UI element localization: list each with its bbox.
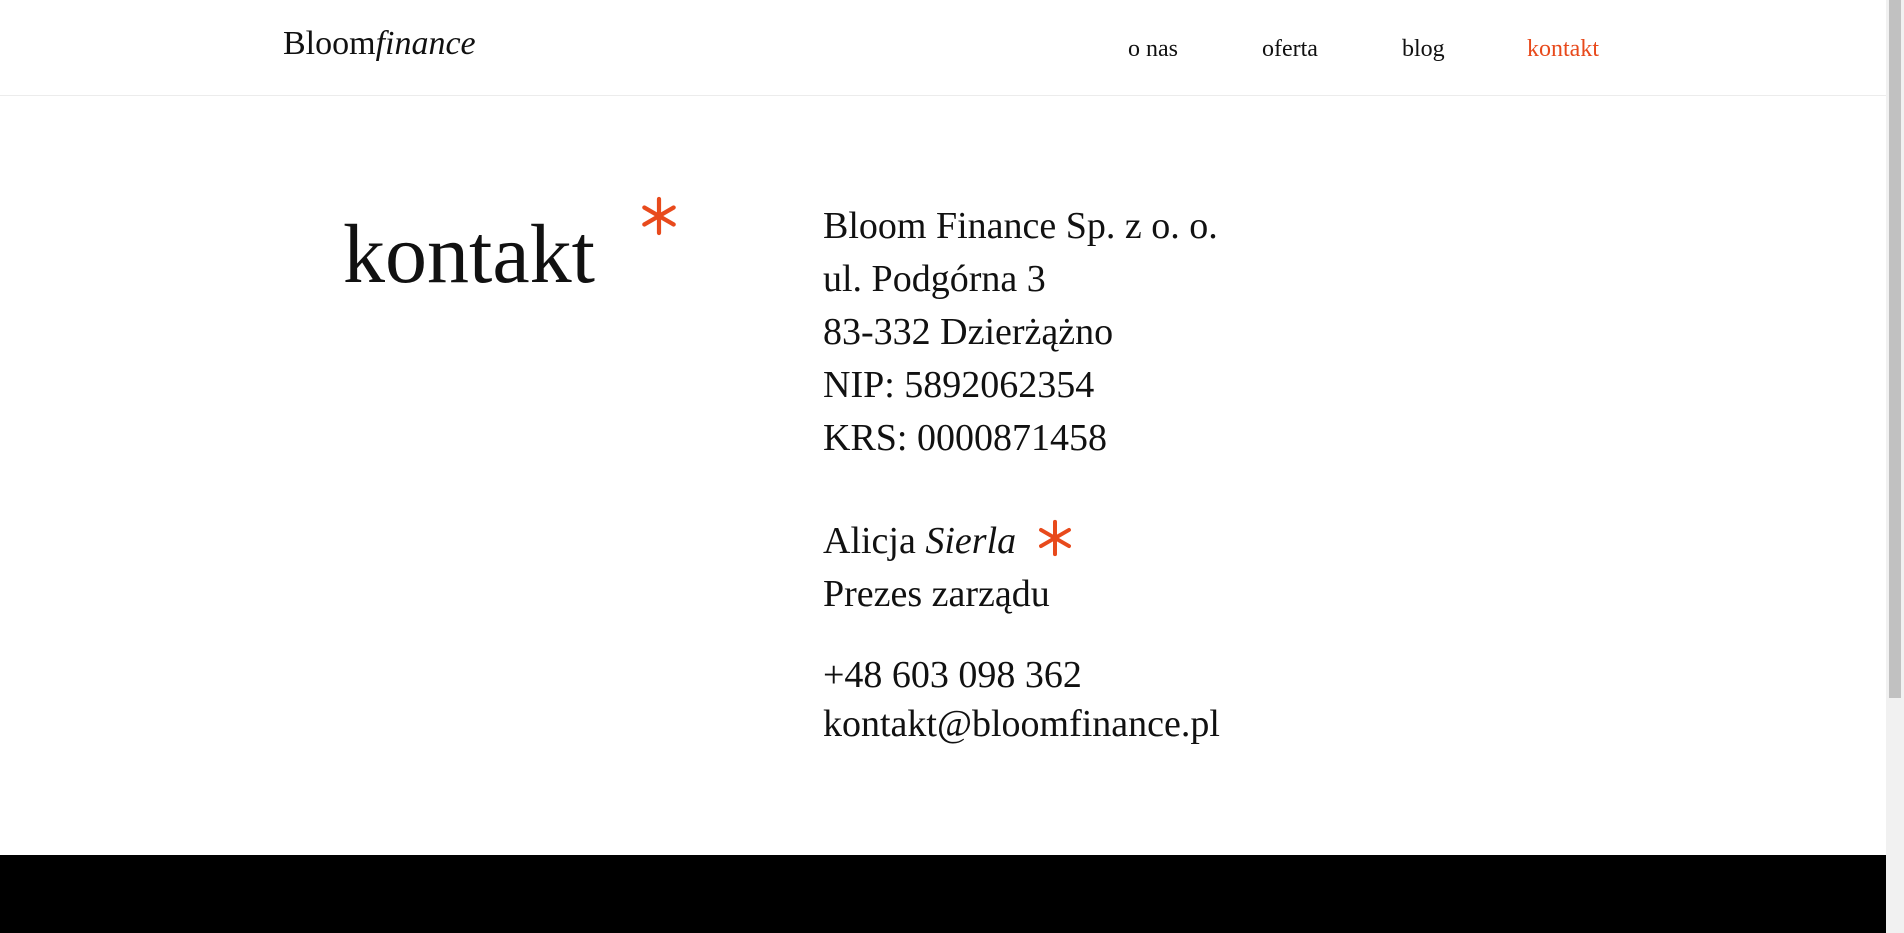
- site-footer: [0, 855, 1886, 933]
- phone-link[interactable]: +48 603 098 362: [823, 651, 1220, 700]
- page-title-block: kontakt: [343, 196, 676, 310]
- company-name: Bloom Finance Sp. z o. o.: [823, 205, 1218, 247]
- person-details: Alicja Sierla Prezes zarządu: [823, 515, 1220, 621]
- page-title: kontakt: [343, 208, 595, 301]
- company-krs: KRS: 0000871458: [823, 417, 1107, 459]
- contact-details: +48 603 098 362 kontakt@bloomfinance.pl: [823, 651, 1220, 749]
- asterisk-icon: [1038, 519, 1071, 557]
- company-details: Bloom Finance Sp. z o. o. ul. Podgórna 3…: [823, 200, 1220, 465]
- site-header: Bloomfinance o nas oferta blog kontakt: [0, 0, 1886, 96]
- nav-item-oferta[interactable]: oferta: [1262, 32, 1318, 66]
- nav-item-o-nas[interactable]: o nas: [1128, 32, 1178, 66]
- person-last-name: Sierla: [925, 520, 1017, 562]
- company-street: ul. Podgórna 3: [823, 258, 1046, 300]
- page: Bloomfinance o nas oferta blog kontakt k…: [0, 0, 1904, 933]
- contact-info: Bloom Finance Sp. z o. o. ul. Podgórna 3…: [823, 200, 1220, 749]
- scrollbar[interactable]: [1886, 0, 1904, 933]
- nav-item-blog[interactable]: blog: [1402, 32, 1445, 66]
- asterisk-icon: [642, 196, 676, 236]
- person-role: Prezes zarządu: [823, 573, 1050, 615]
- company-city: 83-332 Dzierżążno: [823, 311, 1114, 353]
- scrollbar-thumb[interactable]: [1889, 0, 1901, 698]
- person-first-name: Alicja: [823, 520, 916, 562]
- nav-item-kontakt[interactable]: kontakt: [1527, 32, 1599, 66]
- email-link[interactable]: kontakt@bloomfinance.pl: [823, 700, 1220, 749]
- person-name: Alicja Sierla: [823, 515, 1220, 568]
- company-nip: NIP: 5892062354: [823, 364, 1095, 406]
- main-nav: o nas oferta blog kontakt: [0, 32, 1886, 66]
